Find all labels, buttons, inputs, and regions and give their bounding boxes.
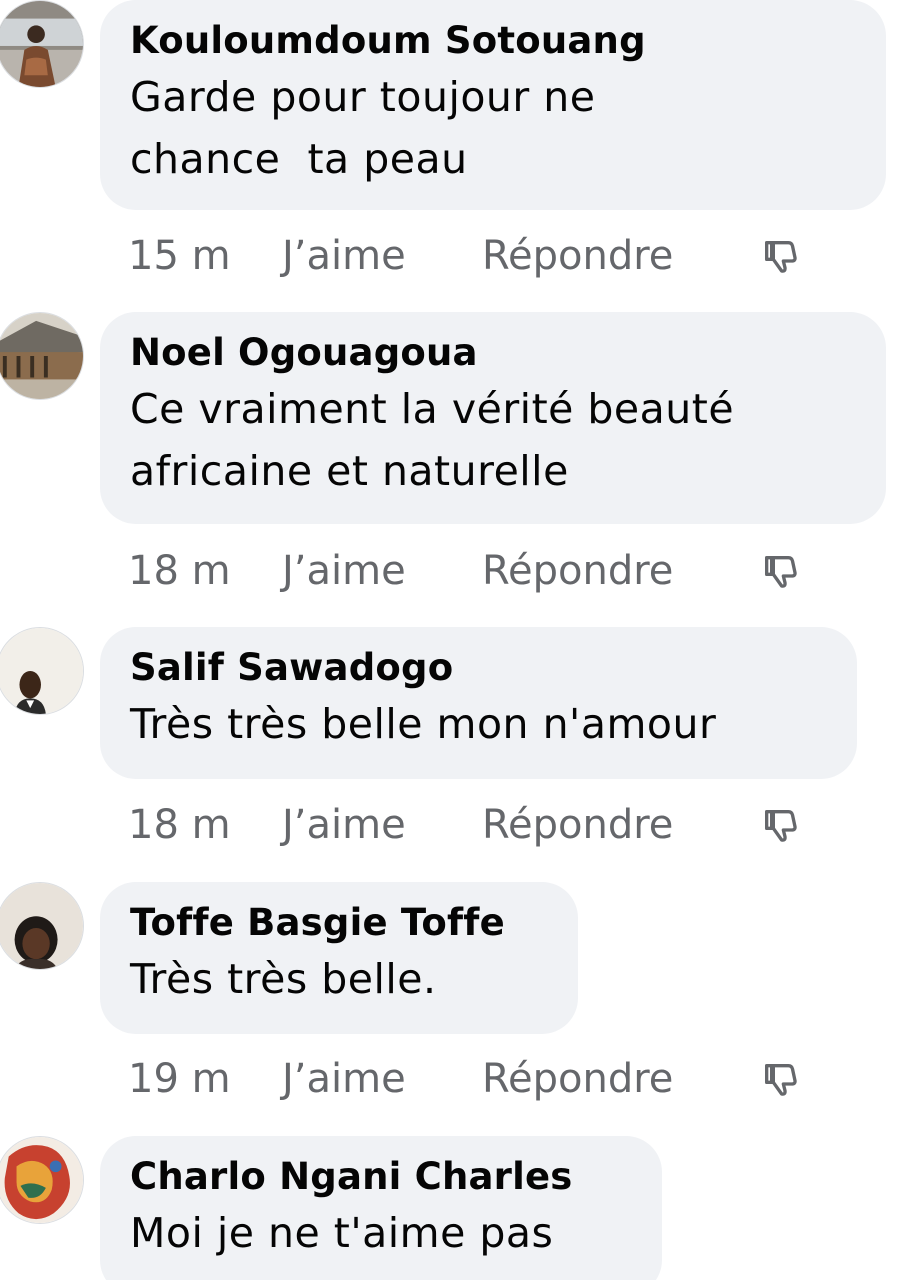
- comment-text: Très très belle.: [130, 955, 437, 1003]
- reply-button[interactable]: Répondre: [482, 802, 760, 848]
- like-button[interactable]: J’aime: [282, 1056, 482, 1102]
- comment-text: Très très belle mon n'amour: [130, 700, 717, 748]
- profile-photo-icon: [0, 1137, 83, 1223]
- avatar[interactable]: [0, 627, 84, 715]
- comment-bubble[interactable]: Salif Sawadogo Très très belle mon n'amo…: [100, 627, 857, 779]
- like-button[interactable]: J’aime: [282, 233, 482, 279]
- comment-author[interactable]: Toffe Basgie Toffe: [130, 898, 548, 948]
- thumb-down-icon[interactable]: [760, 1059, 800, 1099]
- reply-button[interactable]: Répondre: [482, 548, 760, 594]
- comment-bubble[interactable]: Noel Ogouagoua Ce vraiment la vérité bea…: [100, 312, 886, 524]
- reply-button[interactable]: Répondre: [482, 1056, 760, 1102]
- thumb-down-icon[interactable]: [760, 236, 800, 276]
- comment-author[interactable]: Noel Ogouagoua: [130, 328, 856, 378]
- comment-author[interactable]: Salif Sawadogo: [130, 643, 827, 693]
- avatar[interactable]: [0, 312, 84, 400]
- comment-bubble[interactable]: Toffe Basgie Toffe Très très belle.: [100, 882, 578, 1034]
- thumb-down-icon[interactable]: [760, 805, 800, 845]
- comment-author[interactable]: Charlo Ngani Charles: [130, 1152, 632, 1202]
- comment-actions: 18 m J’aime Répondre: [128, 541, 800, 601]
- avatar[interactable]: [0, 0, 84, 88]
- comment-actions: 15 m J’aime Répondre: [128, 226, 800, 286]
- comment-timestamp[interactable]: 15 m: [128, 233, 282, 279]
- comment-actions: 19 m J’aime Répondre: [128, 1049, 800, 1109]
- comment-timestamp[interactable]: 18 m: [128, 802, 282, 848]
- avatar[interactable]: [0, 1136, 84, 1224]
- thumb-down-icon[interactable]: [760, 551, 800, 591]
- comment-text: Garde pour toujour ne chance ta peau: [130, 73, 596, 183]
- like-button[interactable]: J’aime: [282, 802, 482, 848]
- comment-author[interactable]: Kouloumdoum Sotouang: [130, 16, 856, 66]
- avatar[interactable]: [0, 882, 84, 970]
- profile-photo-icon: [0, 1, 83, 87]
- profile-photo-icon: [0, 628, 83, 714]
- comment-timestamp[interactable]: 18 m: [128, 548, 282, 594]
- reply-button[interactable]: Répondre: [482, 233, 760, 279]
- comment-bubble[interactable]: Kouloumdoum Sotouang Garde pour toujour …: [100, 0, 886, 210]
- comment-timestamp[interactable]: 19 m: [128, 1056, 282, 1102]
- profile-photo-icon: [0, 883, 83, 969]
- comment-text: Moi je ne t'aime pas: [130, 1209, 554, 1257]
- like-button[interactable]: J’aime: [282, 548, 482, 594]
- comment-bubble[interactable]: Charlo Ngani Charles Moi je ne t'aime pa…: [100, 1136, 662, 1280]
- comment-actions: 18 m J’aime Répondre: [128, 795, 800, 855]
- profile-photo-icon: [0, 313, 83, 399]
- comment-text: Ce vraiment la vérité beauté africaine e…: [130, 385, 735, 495]
- comments-list: Kouloumdoum Sotouang Garde pour toujour …: [0, 0, 897, 1280]
